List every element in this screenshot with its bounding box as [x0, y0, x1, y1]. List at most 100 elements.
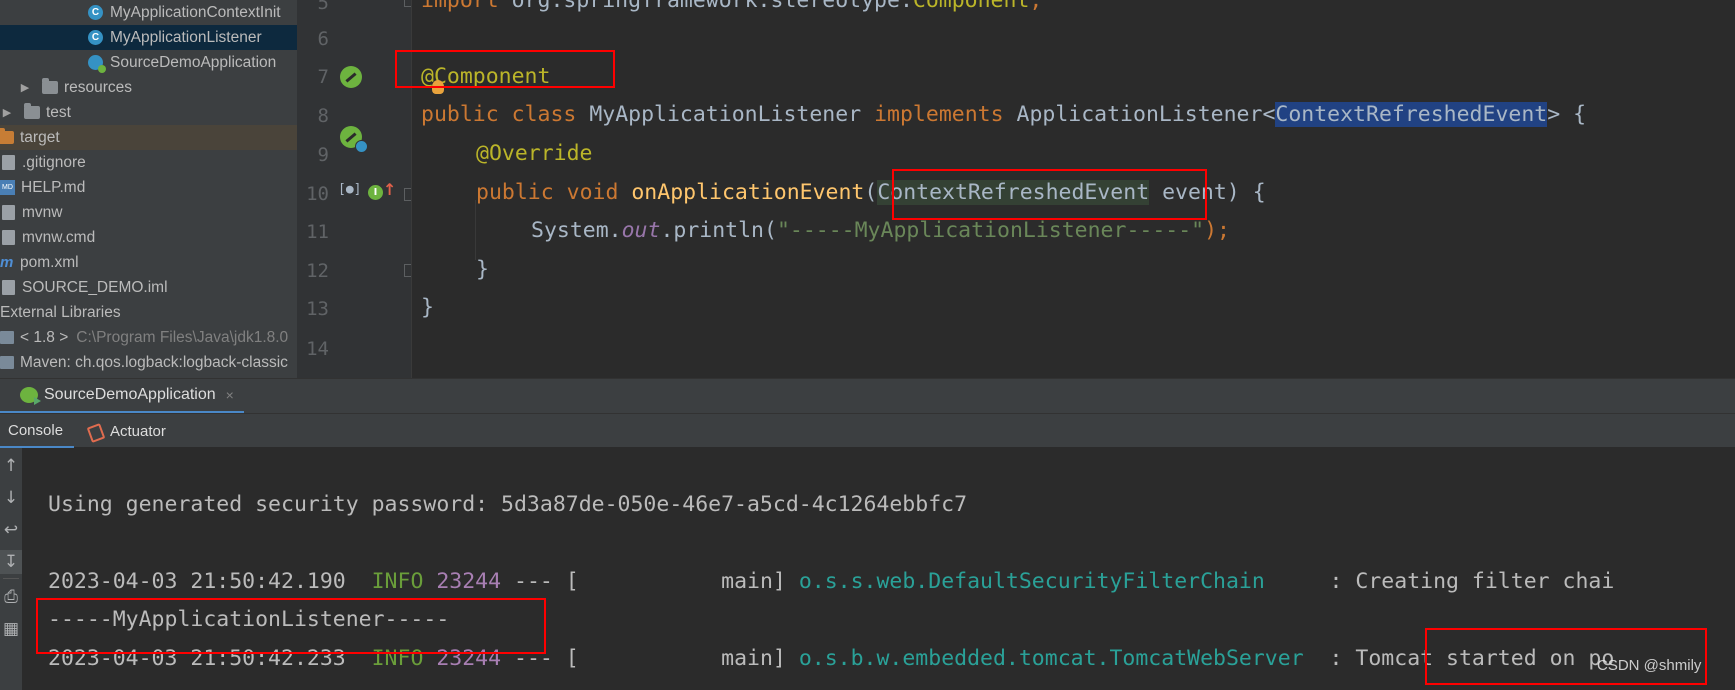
run-tab-sourcedemoapplication[interactable]: SourceDemoApplication ×: [0, 379, 244, 414]
line-number: 10: [306, 183, 329, 205]
package-name: org.springframework.stereotype.: [498, 0, 913, 13]
tab-actuator-label: Actuator: [110, 423, 166, 440]
log-level: INFO: [371, 569, 424, 594]
tree-item-path: C:\Program Files\Java\jdk1.8.0: [76, 328, 289, 346]
string-literal: "-----MyApplicationListener-----": [776, 218, 1205, 243]
chevron-right-icon[interactable]: ▶: [0, 106, 14, 119]
imported-class: Component: [912, 0, 1030, 13]
code-line-5[interactable]: import org.springframework.stereotype.Co…: [421, 0, 1042, 20]
line-number: 5: [317, 0, 329, 14]
line-number: 13: [306, 298, 329, 320]
line-number: 12: [306, 260, 329, 282]
tree-item-label: mvnw: [22, 203, 63, 221]
tree-item-test[interactable]: ▶ test: [0, 100, 297, 125]
log-thread: main]: [578, 646, 786, 671]
tree-item-label: .gitignore: [22, 153, 86, 171]
console-toolbar: ↑ ↓ ↩ ↧ ⎙ ▦: [0, 448, 22, 690]
tree-item-help-md[interactable]: MD HELP.md: [0, 175, 297, 200]
tab-console-label: Console: [8, 421, 64, 439]
selected-generic-type: ContextRefreshedEvent: [1275, 102, 1548, 127]
line-number: 14: [306, 338, 329, 360]
tree-item-label: < 1.8 >: [20, 328, 69, 346]
spring-bean-icon[interactable]: [340, 66, 362, 88]
print-icon[interactable]: ⎙: [0, 585, 22, 609]
tree-item-myapplicationcontextinit[interactable]: C MyApplicationContextInit: [0, 0, 297, 25]
tree-item-label: MyApplicationContextInit: [110, 3, 281, 21]
folder-icon: [0, 128, 14, 144]
tree-item-external-libraries[interactable]: External Libraries: [0, 300, 297, 325]
library-icon: [0, 356, 14, 369]
open-paren: (: [864, 180, 878, 205]
keyword-public: public: [421, 102, 499, 127]
log-thread: main]: [578, 569, 786, 594]
red-highlight-box: [395, 50, 615, 88]
folder-icon: [42, 78, 58, 94]
bean-method-icon[interactable]: [●]: [338, 182, 361, 197]
tree-item-label: mvnw.cmd: [22, 228, 96, 246]
tree-item-label: pom.xml: [20, 253, 79, 271]
arrow-up-icon[interactable]: ↑: [0, 454, 22, 478]
tree-item-pom-xml[interactable]: m pom.xml: [0, 250, 297, 275]
file-icon: [2, 155, 15, 170]
trash-icon[interactable]: ▦: [0, 617, 22, 641]
tree-item-label: Maven: ch.qos.logback:logback-classic: [20, 353, 288, 371]
chevron-right-icon[interactable]: ▶: [18, 81, 32, 94]
tree-item-jdk[interactable]: < 1.8 > C:\Program Files\Java\jdk1.8.0: [0, 325, 297, 350]
method-close-brace: }: [476, 257, 489, 282]
soft-wrap-icon[interactable]: ↩: [0, 518, 22, 542]
semicolon: ;: [1029, 0, 1043, 13]
tree-item-mvnw[interactable]: mvnw: [0, 200, 297, 225]
code-line-9[interactable]: @Override: [421, 135, 593, 173]
tree-item-label: MyApplicationListener: [110, 28, 262, 46]
markdown-icon: MD: [0, 180, 15, 195]
close-icon[interactable]: ×: [226, 387, 234, 403]
system-class: System.: [531, 218, 622, 243]
log-separator: --- [: [501, 569, 579, 594]
spring-boot-run-icon: [20, 387, 41, 405]
override-arrow-icon[interactable]: ↑: [383, 180, 396, 199]
run-tool-window-header: SourceDemoApplication ×: [0, 378, 1735, 414]
code-line-12[interactable]: }: [421, 251, 489, 289]
log-message: : Creating filter chai: [1264, 569, 1615, 594]
tree-item-label: HELP.md: [21, 178, 86, 196]
tree-item-myapplicationlistener[interactable]: C MyApplicationListener: [0, 25, 297, 50]
tab-actuator[interactable]: Actuator: [88, 414, 166, 449]
log-timestamp: 2023-04-03 21:50:42.190: [48, 569, 346, 594]
keyword-import: import: [421, 0, 499, 13]
tree-item-label: resources: [64, 78, 133, 96]
line-number: 8: [317, 105, 329, 127]
tree-item-gitignore[interactable]: .gitignore: [0, 150, 297, 175]
tree-item-resources[interactable]: ▶ resources: [0, 75, 297, 100]
override-annotation: @Override: [476, 141, 593, 166]
class-name: MyApplicationListener: [589, 102, 862, 127]
spring-bean-implements-icon[interactable]: [340, 126, 368, 153]
code-line-13[interactable]: }: [421, 289, 434, 327]
scroll-to-end-icon[interactable]: ↧: [0, 550, 22, 574]
log-pid: 23244: [436, 569, 502, 594]
tree-item-label: SOURCE_DEMO.iml: [22, 278, 168, 296]
tab-console[interactable]: Console: [0, 414, 74, 449]
run-tab-label: SourceDemoApplication: [44, 386, 216, 403]
line-number: 7: [317, 66, 329, 88]
tree-item-maven-logback[interactable]: Maven: ch.qos.logback:logback-classic: [0, 350, 297, 375]
toolbar-separator: [3, 578, 19, 579]
class-close-brace: }: [421, 295, 434, 320]
tree-item-sourcedemoapplication[interactable]: SourceDemoApplication: [0, 50, 297, 75]
file-icon: [2, 230, 15, 245]
tree-item-mvnw-cmd[interactable]: mvnw.cmd: [0, 225, 297, 250]
line-number: 9: [317, 144, 329, 166]
watermark: CSDN @shmily: [1597, 657, 1702, 674]
code-line-8[interactable]: public class MyApplicationListener imple…: [421, 96, 1586, 134]
file-icon: [2, 280, 15, 295]
arrow-down-icon[interactable]: ↓: [0, 486, 22, 510]
tree-item-target[interactable]: target: [0, 125, 297, 150]
tree-item-label: External Libraries: [0, 303, 121, 321]
maven-icon: m: [0, 254, 14, 271]
class-icon: C: [88, 5, 103, 20]
file-icon: [2, 205, 15, 220]
console-log-line: 2023-04-03 21:50:42.190 INFO 23244 --- […: [48, 563, 1614, 601]
implements-marker-icon[interactable]: I: [368, 185, 383, 200]
static-field-out: out: [621, 218, 661, 243]
keyword-public: public: [476, 180, 554, 205]
tree-item-source-demo-iml[interactable]: SOURCE_DEMO.iml: [0, 275, 297, 300]
